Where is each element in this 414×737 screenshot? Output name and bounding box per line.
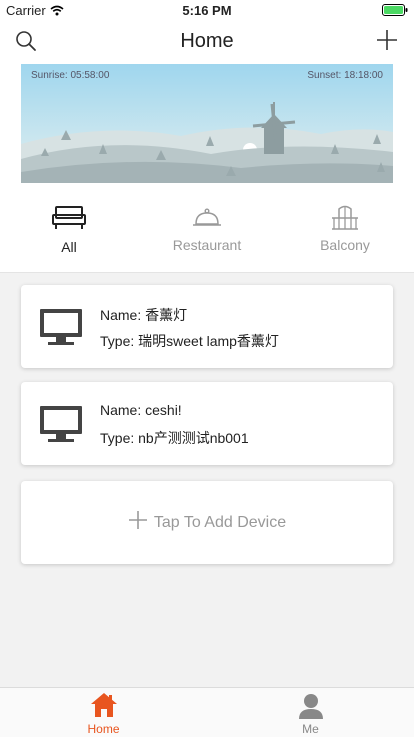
tab-home[interactable]: Home: [0, 688, 207, 737]
battery-icon: [382, 4, 408, 19]
add-device-label: Tap To Add Device: [153, 513, 287, 531]
weather-banner: Sunrise: 05:58:00 Sunset: 18:18:00: [21, 64, 393, 183]
person-icon: [207, 692, 414, 720]
device-card[interactable]: Name: 香薰灯 Type: 瑞明sweet lamp香薰灯: [21, 285, 393, 368]
tab-all[interactable]: All: [0, 196, 138, 272]
device-type: Type: 瑞明sweet lamp香薰灯: [100, 333, 279, 349]
tab-home-label: Home: [87, 722, 120, 736]
balcony-icon: [276, 204, 414, 232]
add-device-button[interactable]: Tap To Add Device: [21, 481, 393, 564]
tab-restaurant-label: Restaurant: [172, 237, 242, 253]
cloche-icon: [138, 204, 276, 230]
monitor-icon: [38, 404, 84, 449]
tab-balcony[interactable]: Balcony: [276, 196, 414, 272]
monitor-icon: [38, 307, 84, 352]
tab-all-label: All: [61, 239, 77, 255]
page-title: Home: [180, 30, 234, 52]
sofa-icon: [0, 204, 138, 232]
sunset-time: Sunset: 18:18:00: [307, 70, 383, 81]
device-card[interactable]: Name: ceshi! Type: nb产测测试nb001: [21, 382, 393, 465]
home-icon: [0, 692, 207, 718]
header-area: Carrier 5:16 PM Home Sunrise: 05:58:00 S…: [0, 0, 414, 272]
section-divider: [0, 272, 414, 273]
device-type: Type: nb产测测试nb001: [100, 430, 249, 446]
sunrise-time: Sunrise: 05:58:00: [31, 70, 110, 81]
navigation-bar: Home: [0, 20, 414, 64]
tab-me-label: Me: [302, 722, 319, 736]
tab-balcony-label: Balcony: [320, 237, 370, 253]
tab-restaurant[interactable]: Restaurant: [138, 196, 276, 272]
tab-me[interactable]: Me: [207, 688, 414, 737]
plus-icon[interactable]: [376, 29, 398, 56]
status-bar: Carrier 5:16 PM: [0, 0, 414, 20]
bottom-tab-bar: Home Me: [0, 687, 414, 737]
device-name: Name: ceshi!: [100, 402, 182, 418]
room-tabs: All Restaurant Balcony: [0, 196, 414, 272]
device-name: Name: 香薰灯: [100, 307, 188, 323]
status-time: 5:16 PM: [182, 3, 232, 18]
landscape-illustration: [21, 64, 393, 183]
plus-icon: [128, 510, 148, 535]
